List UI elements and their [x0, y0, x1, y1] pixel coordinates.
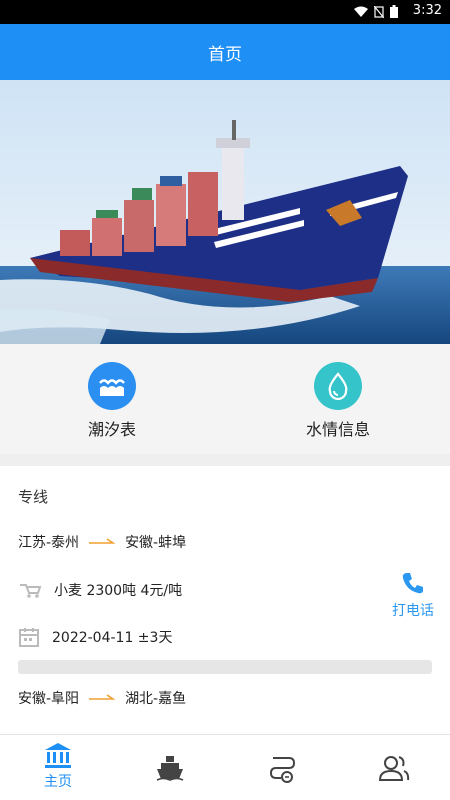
- call-button[interactable]: 打电话: [392, 570, 434, 620]
- route-to: 安徽-蚌埠: [125, 535, 187, 551]
- no-sim-icon: [374, 5, 384, 18]
- quick-link-label: 潮汐表: [87, 420, 136, 439]
- arrow-right-icon: [89, 538, 116, 544]
- route-to: 湖北-嘉鱼: [125, 691, 187, 707]
- app-header: 首页: [0, 24, 450, 80]
- status-icons: [354, 5, 398, 18]
- calendar-icon: [19, 628, 39, 647]
- cargo-text: 小麦 2300吨 4元/吨: [54, 583, 183, 599]
- tab-ships[interactable]: [130, 741, 210, 783]
- route-icon: [269, 757, 296, 783]
- bank-icon: [45, 743, 71, 768]
- phone-icon: [402, 573, 423, 594]
- tab-home[interactable]: 主页: [18, 741, 98, 791]
- users-icon: [378, 756, 410, 781]
- divider: [18, 660, 432, 674]
- cart-icon: [20, 584, 42, 598]
- waves-icon: [88, 362, 136, 410]
- water-drop-icon: [314, 362, 362, 410]
- route-from: 安徽-阜阳: [18, 691, 80, 707]
- quick-link-label: 水情信息: [305, 420, 370, 439]
- route-list: 专线 江苏-泰州 安徽-蚌埠 小麦 2300吨 4元/吨 2022-04-11 …: [0, 466, 450, 734]
- route-item[interactable]: 安徽-阜阳 湖北-嘉鱼: [18, 688, 186, 708]
- page-title: 首页: [208, 44, 242, 65]
- ship-banner-illustration: [0, 80, 450, 344]
- tab-label: 主页: [44, 774, 72, 790]
- route-date: 2022-04-11 ±3天: [18, 626, 172, 648]
- route-cargo: 小麦 2300吨 4元/吨: [18, 580, 182, 600]
- status-time: 3:32: [412, 3, 442, 18]
- bottom-tab-bar: 主页: [0, 734, 450, 800]
- ship-icon: [156, 756, 184, 781]
- banner-image[interactable]: [0, 80, 450, 344]
- route-item[interactable]: 江苏-泰州 安徽-蚌埠: [18, 532, 186, 552]
- status-bar: 3:32: [0, 0, 450, 24]
- tab-routes[interactable]: [242, 741, 322, 783]
- quick-links: 潮汐表 水情信息: [0, 344, 450, 454]
- quick-link-water-info[interactable]: 水情信息: [278, 362, 398, 440]
- tab-profile[interactable]: [354, 741, 434, 783]
- arrow-right-icon: [89, 694, 116, 700]
- call-label: 打电话: [392, 603, 434, 619]
- date-text: 2022-04-11 ±3天: [52, 630, 173, 646]
- battery-icon: [390, 5, 398, 18]
- section-title: 专线: [18, 488, 49, 506]
- quick-link-tide-table[interactable]: 潮汐表: [52, 362, 172, 440]
- route-from: 江苏-泰州: [18, 535, 80, 551]
- wifi-icon: [354, 6, 368, 17]
